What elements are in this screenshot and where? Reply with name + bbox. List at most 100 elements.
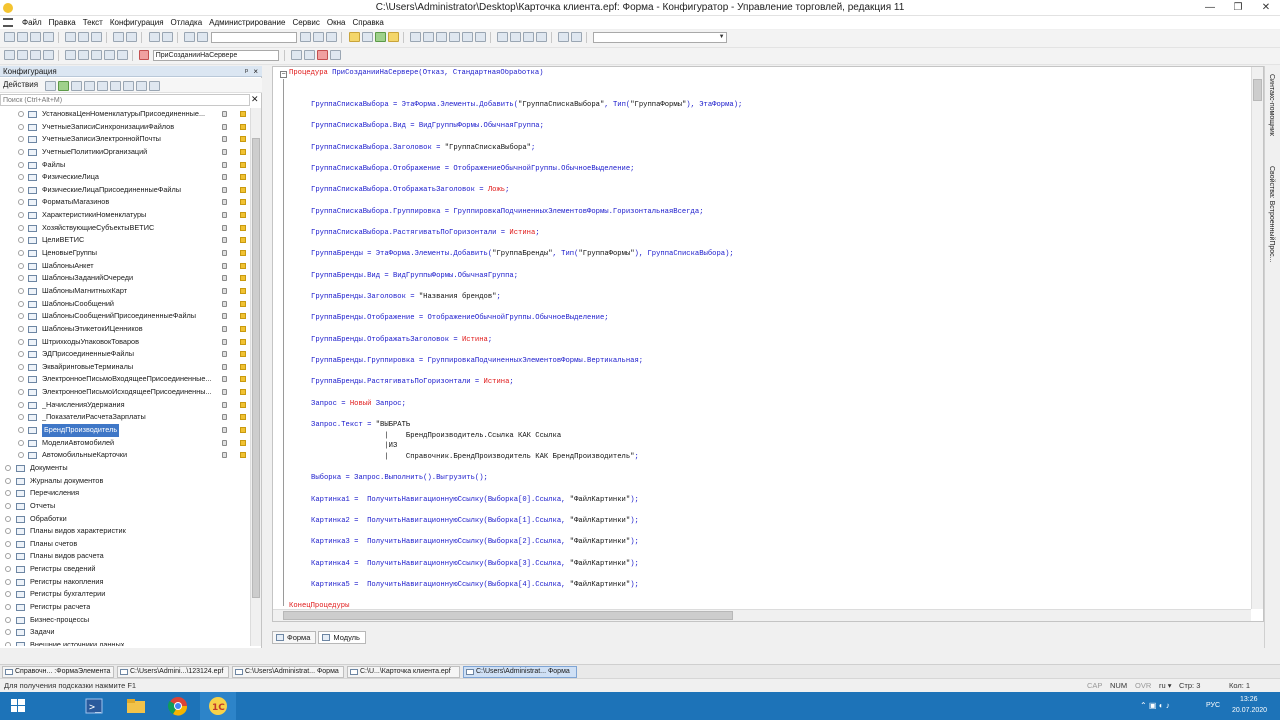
- start-button[interactable]: [0, 692, 36, 720]
- tree-item-group[interactable]: Задачи: [0, 626, 250, 639]
- menu-item[interactable]: Файл: [22, 16, 42, 29]
- expand-icon[interactable]: [18, 338, 24, 345]
- tree-item-catalog[interactable]: _ПоказателиРасчетаЗарплаты: [0, 411, 250, 424]
- search-down-icon[interactable]: [300, 32, 312, 42]
- status-lang[interactable]: ru ▾: [1159, 679, 1172, 693]
- tree-item-catalog[interactable]: ШаблоныСообщений: [0, 298, 250, 311]
- tree-item-catalog[interactable]: ЭквайринговыеТерминалы: [0, 361, 250, 374]
- structure-icon[interactable]: [291, 50, 303, 60]
- expand-icon[interactable]: [18, 452, 24, 459]
- expand-icon[interactable]: [5, 502, 11, 509]
- expand-icon[interactable]: [18, 136, 24, 143]
- tree-item-catalog[interactable]: ЭлектронноеПисьмоВходящееПрисоединенные.…: [0, 373, 250, 386]
- format-icon[interactable]: [474, 32, 486, 42]
- find-icon[interactable]: [183, 32, 195, 42]
- goto-icon[interactable]: [104, 50, 116, 60]
- menu-item[interactable]: Окна: [327, 16, 346, 29]
- save-all-icon[interactable]: [43, 32, 54, 42]
- editor-vertical-scrollbar[interactable]: [1251, 67, 1263, 609]
- menu-item[interactable]: Текст: [83, 16, 103, 29]
- move-down-icon[interactable]: [110, 81, 121, 91]
- tree-item-catalog[interactable]: ФизическиеЛица: [0, 171, 250, 184]
- module-icon[interactable]: [17, 50, 28, 60]
- tree-item-catalog[interactable]: ФизическиеЛицаПрисоединенныеФайлы: [0, 184, 250, 197]
- window-tab[interactable]: C:\U...\Карточка клиента.epf: [347, 666, 460, 678]
- explorer-icon[interactable]: [118, 692, 154, 720]
- panel-scrollbar[interactable]: [250, 108, 261, 646]
- undo-icon[interactable]: [148, 32, 160, 42]
- expand-icon[interactable]: [18, 275, 24, 282]
- expand-icon[interactable]: [18, 363, 24, 370]
- tree-item-catalog[interactable]: ХозяйствующиеСубъектыВЕТИС: [0, 222, 250, 235]
- tree-item-group[interactable]: Документы: [0, 462, 250, 475]
- indent-icon[interactable]: [409, 32, 421, 42]
- menu-item[interactable]: Администрирование: [209, 16, 285, 29]
- expand-icon[interactable]: [5, 490, 11, 497]
- bookmark-prev-icon[interactable]: [523, 32, 535, 42]
- bookmark-next-icon[interactable]: [510, 32, 522, 42]
- add-icon[interactable]: [45, 81, 56, 91]
- redo-icon[interactable]: [161, 32, 173, 42]
- editor-vertical-thumb[interactable]: [1253, 79, 1262, 101]
- stop-icon[interactable]: [317, 50, 329, 60]
- expand-icon[interactable]: [18, 300, 24, 307]
- close-button[interactable]: ✕: [1252, 0, 1280, 16]
- edit-icon[interactable]: [58, 81, 69, 91]
- expand-icon[interactable]: [18, 351, 24, 358]
- tree-item-group[interactable]: Бизнес-процессы: [0, 614, 250, 627]
- code-editor[interactable]: − Процедура ПриСозданииНаСервере(Отказ, …: [272, 66, 1264, 622]
- help-icon[interactable]: [387, 32, 399, 42]
- menu-item[interactable]: Отладка: [171, 16, 203, 29]
- tree-item-catalog[interactable]: ЦелиВЕТИС: [0, 234, 250, 247]
- module-search-combo[interactable]: ▼: [592, 32, 727, 43]
- window-tab-active[interactable]: C:\Users\Administrat... Форма: [463, 666, 577, 678]
- procedure-combo[interactable]: ПриСозданииНаСервере: [152, 50, 279, 61]
- search-up-icon[interactable]: [313, 32, 325, 42]
- fold-toggle[interactable]: −: [280, 71, 287, 78]
- more-icon[interactable]: [330, 50, 342, 60]
- tree-icon[interactable]: [43, 50, 54, 60]
- sort-icon[interactable]: [123, 81, 134, 91]
- tray-language[interactable]: РУС: [1206, 702, 1220, 709]
- form-icon[interactable]: [4, 50, 15, 60]
- pin-icon[interactable]: ᵖ: [245, 66, 248, 77]
- expand-icon[interactable]: [18, 199, 24, 206]
- search-clear-icon[interactable]: ✕: [251, 94, 259, 105]
- tree-item-group[interactable]: Планы видов расчета: [0, 550, 250, 563]
- save-icon[interactable]: [30, 32, 41, 42]
- copy-object-icon[interactable]: [71, 81, 82, 91]
- procedures-icon[interactable]: [65, 50, 77, 60]
- tree-item-catalog[interactable]: ФорматыМагазинов: [0, 196, 250, 209]
- expand-icon[interactable]: [18, 123, 24, 130]
- tray-icons[interactable]: ⌃ ▣ ◐ ♪: [1140, 701, 1170, 710]
- expand-icon[interactable]: [18, 287, 24, 294]
- back-icon[interactable]: [78, 50, 90, 60]
- editor-horizontal-thumb[interactable]: [283, 611, 733, 620]
- syntax-helper-tab[interactable]: Синтакс-помощник: [1268, 74, 1275, 136]
- expand-icon[interactable]: [5, 515, 11, 522]
- expand-icon[interactable]: [18, 262, 24, 269]
- comment-icon[interactable]: [435, 32, 447, 42]
- replace-icon[interactable]: [326, 32, 338, 42]
- expand-icon[interactable]: [18, 401, 24, 408]
- tree-item-catalog[interactable]: ШаблоныМагнитныхКарт: [0, 285, 250, 298]
- menu-item[interactable]: Конфигурация: [110, 16, 164, 29]
- panel-search-input[interactable]: [0, 94, 250, 106]
- maximize-button[interactable]: ❐: [1224, 0, 1252, 16]
- filter-clear-icon[interactable]: [149, 81, 160, 91]
- properties-tab[interactable]: Свойства: ВстроенныйПрос...: [1268, 166, 1275, 263]
- expand-icon[interactable]: [5, 603, 11, 610]
- tree-item-group[interactable]: Регистры сведений: [0, 563, 250, 576]
- copy-icon[interactable]: [78, 32, 90, 42]
- tree-item-catalog[interactable]: МоделиАвтомобилей: [0, 437, 250, 450]
- window-tab[interactable]: C:\Users\Admini...\123124.epf: [117, 666, 229, 678]
- uncomment-icon[interactable]: [448, 32, 460, 42]
- tree-item-catalog[interactable]: ШаблоныЭтикетокИЦенников: [0, 323, 250, 336]
- powershell-icon[interactable]: >_: [76, 692, 112, 720]
- properties-icon[interactable]: [30, 50, 41, 60]
- panel-scrollbar-thumb[interactable]: [252, 138, 260, 598]
- menu-item[interactable]: Справка: [352, 16, 383, 29]
- wrap-icon[interactable]: [461, 32, 473, 42]
- bookmark-clear-icon[interactable]: [536, 32, 548, 42]
- settings-icon[interactable]: [558, 32, 570, 42]
